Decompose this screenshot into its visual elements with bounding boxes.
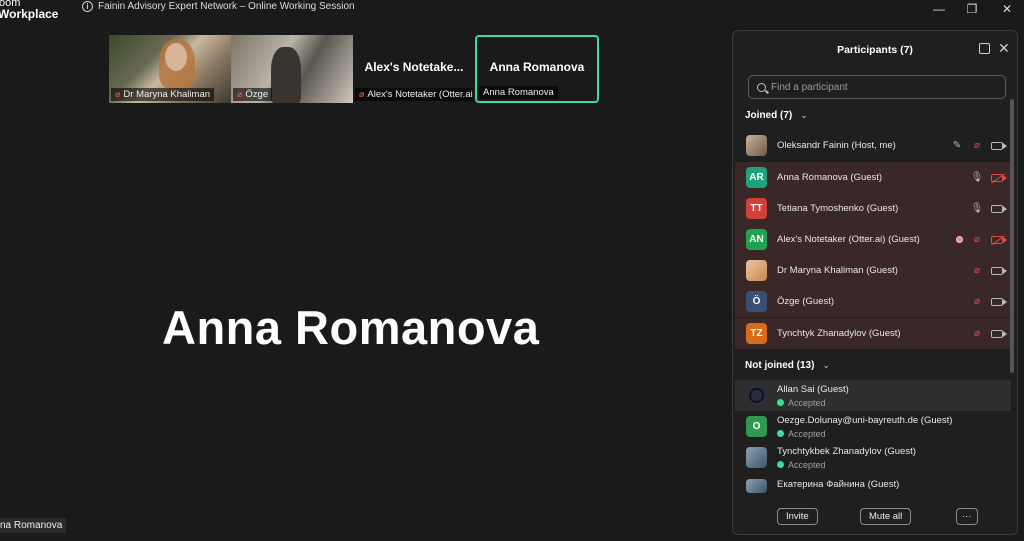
active-speaker-name: Anna Romanova xyxy=(162,301,540,354)
tile-label: ⌀ Özge xyxy=(233,88,273,101)
title-bar: oom Workplace i Fainin Advisory Expert N… xyxy=(0,0,1024,26)
participant-row[interactable]: Ö Özge (Guest) ⌀ xyxy=(735,286,1011,317)
chevron-down-icon: ⌄ xyxy=(822,360,830,370)
mic-muted-icon: ⌀ xyxy=(359,89,365,99)
more-options-button[interactable]: ··· xyxy=(956,508,978,525)
avatar: AN xyxy=(746,229,767,250)
panel-footer: Invite Mute all ··· xyxy=(733,508,1017,534)
info-icon[interactable]: i xyxy=(82,1,93,12)
participant-row[interactable]: AN Alex's Notetaker (Otter.ai) (Guest) ⌀ xyxy=(735,224,1011,255)
camera-off-icon[interactable] xyxy=(991,173,1007,182)
search-icon xyxy=(757,82,766,92)
invitee-row[interactable]: O Oezge.Dolunay@uni-bayreuth.de (Guest) … xyxy=(735,411,1011,442)
participant-row[interactable]: TT Tetiana Tymoshenko (Guest) 🎙︎ xyxy=(735,193,1011,224)
not-joined-header[interactable]: Not joined (13) ⌄ xyxy=(745,360,830,371)
video-strip: ⌀ Dr Maryna Khaliman ⌀ Özge Alex's Notet… xyxy=(109,35,599,103)
invite-button[interactable]: Invite xyxy=(777,508,818,525)
mic-icon[interactable]: 🎙︎ xyxy=(971,172,984,184)
video-tile-anna[interactable]: Anna Romanova Anna Romanova xyxy=(475,35,599,103)
speaker-label: na Romanova xyxy=(0,518,67,533)
check-icon xyxy=(777,461,784,468)
avatar xyxy=(746,447,767,468)
mic-muted-icon[interactable]: ⌀ xyxy=(971,140,983,152)
participant-search[interactable] xyxy=(748,75,1006,99)
mic-icon[interactable]: 🎙︎ xyxy=(971,203,984,215)
video-tile-ozge[interactable]: ⌀ Özge xyxy=(231,35,353,103)
camera-icon[interactable] xyxy=(991,297,1007,306)
camera-icon[interactable] xyxy=(991,266,1007,275)
avatar: AR xyxy=(746,167,767,188)
video-tile-maryna[interactable]: ⌀ Dr Maryna Khaliman xyxy=(109,35,231,103)
invitee-row[interactable]: Екатерина Файнина (Guest) xyxy=(735,473,1011,493)
check-icon xyxy=(777,399,784,406)
invitee-row[interactable]: Tynchtykbek Zhanadylov (Guest) Accepted xyxy=(735,442,1011,473)
tile-label: Anna Romanova xyxy=(479,86,558,99)
app-logo: oom Workplace xyxy=(0,0,59,21)
camera-icon[interactable] xyxy=(991,329,1007,338)
close-icon[interactable]: ✕ xyxy=(998,40,1010,57)
chevron-down-icon: ⌄ xyxy=(800,110,808,120)
status-accepted: Accepted xyxy=(777,398,849,408)
avatar: O xyxy=(746,416,767,437)
avatar: TZ xyxy=(746,323,767,344)
avatar: Ö xyxy=(746,291,767,312)
status-accepted: Accepted xyxy=(777,460,916,470)
popout-icon[interactable] xyxy=(979,43,990,54)
mic-muted-icon: ⌀ xyxy=(237,89,243,99)
restore-button[interactable]: ❐ xyxy=(965,2,979,16)
recording-icon xyxy=(956,236,963,243)
video-tile-notetaker[interactable]: Alex's Notetake... ⌀ Alex's Notetaker (O… xyxy=(353,35,475,103)
mic-muted-icon: ⌀ xyxy=(115,89,121,99)
status-accepted: Accepted xyxy=(777,429,952,439)
joined-header[interactable]: Joined (7) ⌄ xyxy=(745,110,808,121)
close-button[interactable]: ✕ xyxy=(1000,2,1014,16)
search-input[interactable] xyxy=(771,81,991,93)
minimize-button[interactable]: — xyxy=(932,2,946,16)
avatar xyxy=(746,135,767,156)
participant-row[interactable]: AR Anna Romanova (Guest) 🎙︎ xyxy=(735,162,1011,193)
pencil-icon[interactable]: ✎ xyxy=(951,140,963,152)
participant-row[interactable]: TZ Tynchtyk Zhanadylov (Guest) ⌀ xyxy=(735,318,1011,349)
tile-label: ⌀ Dr Maryna Khaliman xyxy=(111,88,215,101)
avatar xyxy=(746,385,767,406)
participant-row[interactable]: Dr Maryna Khaliman (Guest) ⌀ xyxy=(735,255,1011,286)
check-icon xyxy=(777,430,784,437)
invitee-row[interactable]: Allan Sai (Guest) Accepted xyxy=(735,380,1011,411)
window-title: i Fainin Advisory Expert Network – Onlin… xyxy=(82,1,355,12)
mic-muted-icon[interactable]: ⌀ xyxy=(971,265,983,277)
mute-all-button[interactable]: Mute all xyxy=(860,508,912,525)
avatar xyxy=(746,260,767,281)
mic-muted-icon[interactable]: ⌀ xyxy=(971,296,983,308)
mic-muted-icon[interactable]: ⌀ xyxy=(971,234,983,246)
camera-icon[interactable] xyxy=(991,141,1007,150)
avatar: TT xyxy=(746,198,767,219)
scrollbar[interactable] xyxy=(1010,99,1014,373)
panel-title: Participants (7) xyxy=(837,44,913,56)
mic-muted-icon[interactable]: ⌀ xyxy=(971,328,983,340)
tile-label: ⌀ Alex's Notetaker (Otter.ai) xyxy=(355,88,473,101)
avatar xyxy=(746,479,767,493)
camera-icon[interactable] xyxy=(991,204,1007,213)
participant-row[interactable]: Oleksandr Fainin (Host, me) ✎ ⌀ xyxy=(735,130,1011,161)
participants-panel: Participants (7) ✕ Joined (7) ⌄ Oleksand… xyxy=(732,30,1018,535)
camera-off-icon[interactable] xyxy=(991,235,1007,244)
